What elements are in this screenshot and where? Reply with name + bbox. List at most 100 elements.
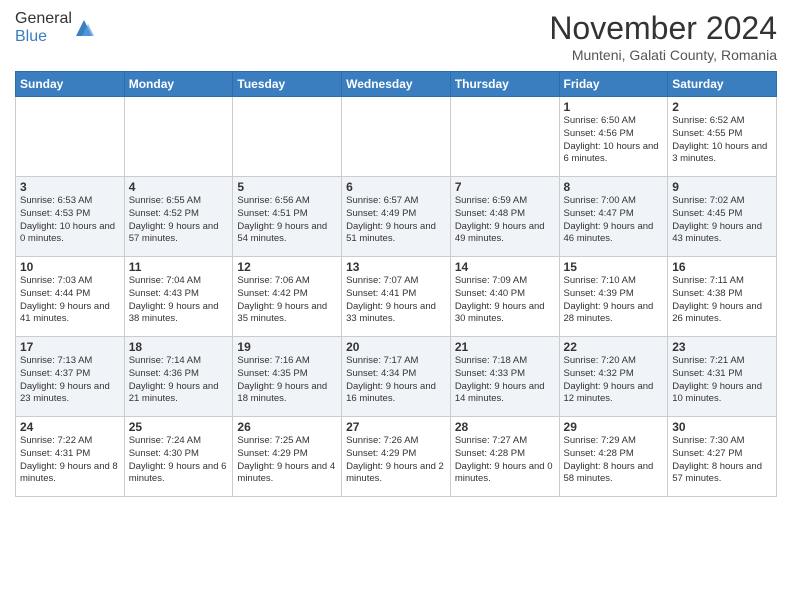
day-info: Sunrise: 7:25 AM Sunset: 4:29 PM Dayligh… [237, 435, 337, 486]
weekday-thursday: Thursday [450, 72, 559, 97]
weekday-tuesday: Tuesday [233, 72, 342, 97]
weekday-sunday: Sunday [16, 72, 125, 97]
day-cell [342, 97, 451, 177]
day-info: Sunrise: 7:26 AM Sunset: 4:29 PM Dayligh… [346, 435, 446, 486]
day-number: 2 [672, 100, 772, 114]
day-cell: 9Sunrise: 7:02 AM Sunset: 4:45 PM Daylig… [668, 177, 777, 257]
day-number: 17 [20, 340, 120, 354]
day-cell: 5Sunrise: 6:56 AM Sunset: 4:51 PM Daylig… [233, 177, 342, 257]
week-row-2: 3Sunrise: 6:53 AM Sunset: 4:53 PM Daylig… [16, 177, 777, 257]
day-cell [16, 97, 125, 177]
day-number: 4 [129, 180, 229, 194]
day-cell [233, 97, 342, 177]
day-cell: 11Sunrise: 7:04 AM Sunset: 4:43 PM Dayli… [124, 257, 233, 337]
day-number: 13 [346, 260, 446, 274]
weekday-header-row: SundayMondayTuesdayWednesdayThursdayFrid… [16, 72, 777, 97]
day-info: Sunrise: 7:22 AM Sunset: 4:31 PM Dayligh… [20, 435, 120, 486]
day-number: 11 [129, 260, 229, 274]
day-info: Sunrise: 7:18 AM Sunset: 4:33 PM Dayligh… [455, 355, 555, 406]
day-number: 6 [346, 180, 446, 194]
day-info: Sunrise: 7:29 AM Sunset: 4:28 PM Dayligh… [564, 435, 664, 486]
day-cell: 3Sunrise: 6:53 AM Sunset: 4:53 PM Daylig… [16, 177, 125, 257]
day-number: 29 [564, 420, 664, 434]
day-info: Sunrise: 7:04 AM Sunset: 4:43 PM Dayligh… [129, 275, 229, 326]
weekday-monday: Monday [124, 72, 233, 97]
day-number: 22 [564, 340, 664, 354]
week-row-3: 10Sunrise: 7:03 AM Sunset: 4:44 PM Dayli… [16, 257, 777, 337]
day-cell [124, 97, 233, 177]
day-number: 18 [129, 340, 229, 354]
day-info: Sunrise: 7:21 AM Sunset: 4:31 PM Dayligh… [672, 355, 772, 406]
day-number: 12 [237, 260, 337, 274]
logo-blue-text: Blue [15, 28, 47, 45]
day-number: 27 [346, 420, 446, 434]
day-cell: 18Sunrise: 7:14 AM Sunset: 4:36 PM Dayli… [124, 337, 233, 417]
day-info: Sunrise: 7:11 AM Sunset: 4:38 PM Dayligh… [672, 275, 772, 326]
day-info: Sunrise: 7:27 AM Sunset: 4:28 PM Dayligh… [455, 435, 555, 486]
day-number: 19 [237, 340, 337, 354]
day-number: 16 [672, 260, 772, 274]
day-cell: 24Sunrise: 7:22 AM Sunset: 4:31 PM Dayli… [16, 417, 125, 497]
page-header: General Blue November 2024 Munteni, Gala… [15, 10, 777, 63]
day-number: 1 [564, 100, 664, 114]
day-number: 9 [672, 180, 772, 194]
day-number: 15 [564, 260, 664, 274]
day-info: Sunrise: 7:30 AM Sunset: 4:27 PM Dayligh… [672, 435, 772, 486]
day-info: Sunrise: 7:24 AM Sunset: 4:30 PM Dayligh… [129, 435, 229, 486]
location: Munteni, Galati County, Romania [549, 47, 777, 63]
day-cell: 23Sunrise: 7:21 AM Sunset: 4:31 PM Dayli… [668, 337, 777, 417]
day-number: 23 [672, 340, 772, 354]
day-cell: 22Sunrise: 7:20 AM Sunset: 4:32 PM Dayli… [559, 337, 668, 417]
day-info: Sunrise: 6:57 AM Sunset: 4:49 PM Dayligh… [346, 195, 446, 246]
logo: General Blue [15, 10, 94, 46]
day-number: 3 [20, 180, 120, 194]
logo-icon [74, 18, 94, 38]
day-info: Sunrise: 6:52 AM Sunset: 4:55 PM Dayligh… [672, 115, 772, 166]
day-cell: 15Sunrise: 7:10 AM Sunset: 4:39 PM Dayli… [559, 257, 668, 337]
day-cell: 8Sunrise: 7:00 AM Sunset: 4:47 PM Daylig… [559, 177, 668, 257]
day-number: 7 [455, 180, 555, 194]
day-info: Sunrise: 7:02 AM Sunset: 4:45 PM Dayligh… [672, 195, 772, 246]
weekday-saturday: Saturday [668, 72, 777, 97]
day-info: Sunrise: 6:59 AM Sunset: 4:48 PM Dayligh… [455, 195, 555, 246]
day-cell: 10Sunrise: 7:03 AM Sunset: 4:44 PM Dayli… [16, 257, 125, 337]
day-number: 8 [564, 180, 664, 194]
day-cell: 16Sunrise: 7:11 AM Sunset: 4:38 PM Dayli… [668, 257, 777, 337]
day-number: 28 [455, 420, 555, 434]
day-cell: 6Sunrise: 6:57 AM Sunset: 4:49 PM Daylig… [342, 177, 451, 257]
logo-general-text: General [15, 10, 72, 27]
day-cell: 12Sunrise: 7:06 AM Sunset: 4:42 PM Dayli… [233, 257, 342, 337]
day-cell: 25Sunrise: 7:24 AM Sunset: 4:30 PM Dayli… [124, 417, 233, 497]
day-cell: 14Sunrise: 7:09 AM Sunset: 4:40 PM Dayli… [450, 257, 559, 337]
day-info: Sunrise: 7:07 AM Sunset: 4:41 PM Dayligh… [346, 275, 446, 326]
month-title: November 2024 [549, 10, 777, 47]
day-number: 24 [20, 420, 120, 434]
day-info: Sunrise: 7:03 AM Sunset: 4:44 PM Dayligh… [20, 275, 120, 326]
day-cell: 7Sunrise: 6:59 AM Sunset: 4:48 PM Daylig… [450, 177, 559, 257]
day-info: Sunrise: 6:50 AM Sunset: 4:56 PM Dayligh… [564, 115, 664, 166]
day-info: Sunrise: 7:09 AM Sunset: 4:40 PM Dayligh… [455, 275, 555, 326]
day-cell: 26Sunrise: 7:25 AM Sunset: 4:29 PM Dayli… [233, 417, 342, 497]
weekday-friday: Friday [559, 72, 668, 97]
week-row-5: 24Sunrise: 7:22 AM Sunset: 4:31 PM Dayli… [16, 417, 777, 497]
week-row-4: 17Sunrise: 7:13 AM Sunset: 4:37 PM Dayli… [16, 337, 777, 417]
day-cell: 4Sunrise: 6:55 AM Sunset: 4:52 PM Daylig… [124, 177, 233, 257]
day-number: 14 [455, 260, 555, 274]
day-cell: 20Sunrise: 7:17 AM Sunset: 4:34 PM Dayli… [342, 337, 451, 417]
day-number: 20 [346, 340, 446, 354]
day-info: Sunrise: 6:53 AM Sunset: 4:53 PM Dayligh… [20, 195, 120, 246]
day-cell: 21Sunrise: 7:18 AM Sunset: 4:33 PM Dayli… [450, 337, 559, 417]
day-info: Sunrise: 6:55 AM Sunset: 4:52 PM Dayligh… [129, 195, 229, 246]
calendar-table: SundayMondayTuesdayWednesdayThursdayFrid… [15, 71, 777, 497]
day-cell: 2Sunrise: 6:52 AM Sunset: 4:55 PM Daylig… [668, 97, 777, 177]
day-info: Sunrise: 7:00 AM Sunset: 4:47 PM Dayligh… [564, 195, 664, 246]
day-info: Sunrise: 6:56 AM Sunset: 4:51 PM Dayligh… [237, 195, 337, 246]
day-cell [450, 97, 559, 177]
day-number: 30 [672, 420, 772, 434]
day-info: Sunrise: 7:06 AM Sunset: 4:42 PM Dayligh… [237, 275, 337, 326]
day-cell: 13Sunrise: 7:07 AM Sunset: 4:41 PM Dayli… [342, 257, 451, 337]
day-info: Sunrise: 7:16 AM Sunset: 4:35 PM Dayligh… [237, 355, 337, 406]
day-cell: 19Sunrise: 7:16 AM Sunset: 4:35 PM Dayli… [233, 337, 342, 417]
day-info: Sunrise: 7:10 AM Sunset: 4:39 PM Dayligh… [564, 275, 664, 326]
day-info: Sunrise: 7:17 AM Sunset: 4:34 PM Dayligh… [346, 355, 446, 406]
